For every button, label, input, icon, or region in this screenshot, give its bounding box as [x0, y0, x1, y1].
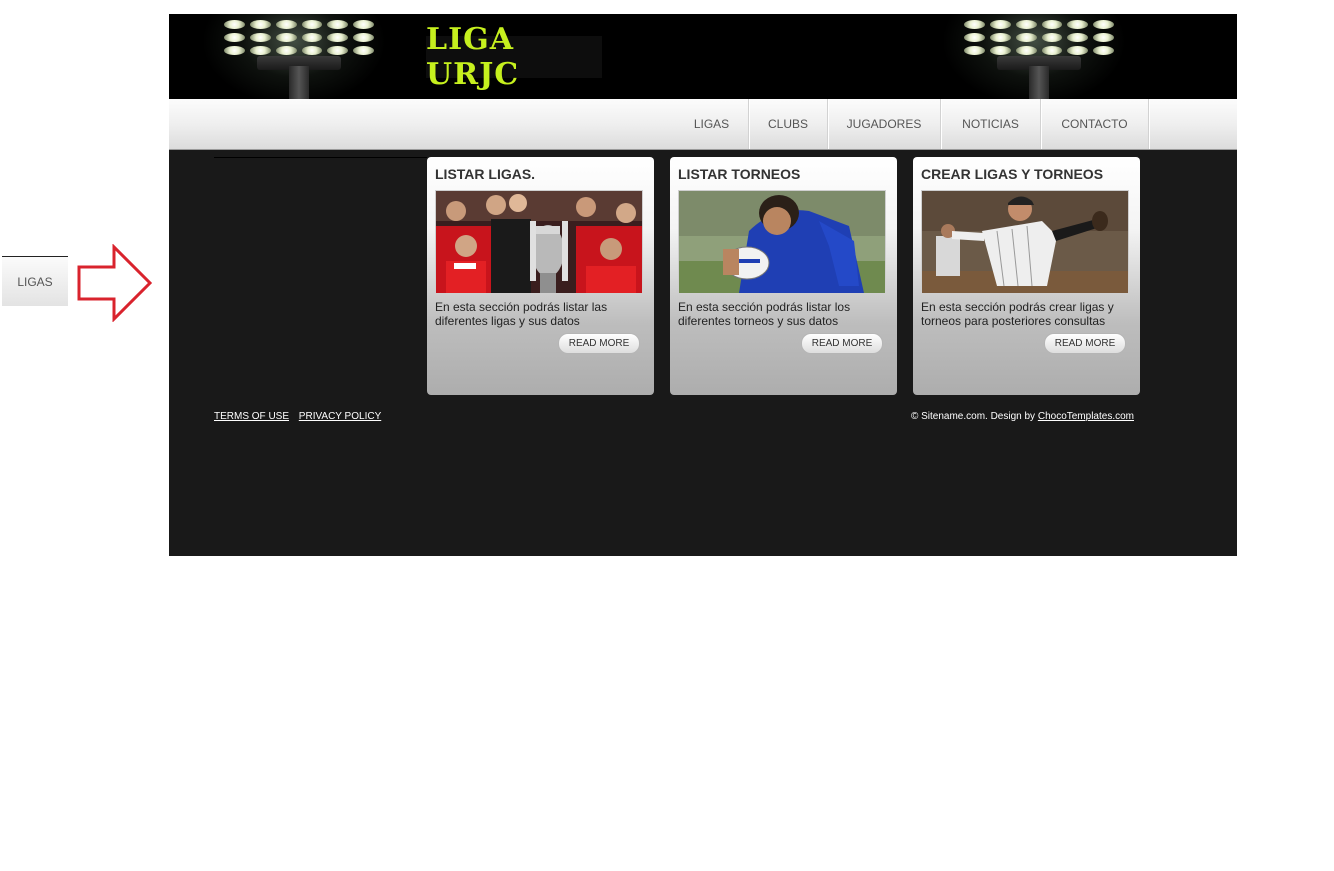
- terms-of-use-link[interactable]: TERMS OF USE: [214, 411, 289, 422]
- nav-label-contacto: CONTACTO: [1061, 117, 1128, 131]
- nav-label-ligas: LIGAS: [693, 117, 730, 131]
- card-description: En esta sección podrás crear ligas y tor…: [921, 300, 1114, 328]
- card-title: LISTAR LIGAS.: [435, 166, 536, 182]
- nav-label-clubs: CLUBS: [767, 117, 808, 131]
- footer-credits: © Sitename.com. Design by ChocoTemplates…: [911, 411, 1134, 422]
- credits-text: © Sitename.com. Design by: [910, 411, 1038, 422]
- stadium-light-right-image: [939, 14, 1129, 99]
- logo-text: LIGA URJC: [426, 22, 520, 92]
- ligas-tab-label: LIGAS: [17, 274, 53, 289]
- rugby-player-image: [678, 190, 886, 294]
- card-title: CREAR LIGAS Y TORNEOS: [921, 166, 1104, 182]
- nav-item-jugadores[interactable]: JUGADORES: [828, 99, 941, 149]
- card-listar-ligas: LISTAR LIGAS. En esta sección podrás lis…: [427, 157, 654, 395]
- privacy-policy-link[interactable]: PRIVACY POLICY: [299, 411, 381, 422]
- card-crear-ligas-torneos: CREAR LIGAS Y TORNEOS En esta sección po…: [913, 157, 1140, 395]
- read-more-button[interactable]: READ MORE: [801, 333, 883, 354]
- read-more-label: READ MORE: [811, 338, 873, 349]
- trophy-celebration-image: [435, 190, 643, 294]
- read-more-button[interactable]: READ MORE: [558, 333, 640, 354]
- read-more-label: READ MORE: [568, 338, 630, 349]
- card-title: LISTAR TORNEOS: [678, 166, 801, 182]
- nav-item-clubs[interactable]: CLUBS: [749, 99, 828, 149]
- main-nav: LIGAS CLUBS JUGADORES NOTICIAS CONTACTO: [169, 99, 1237, 150]
- red-arrow-right-icon: [77, 244, 153, 322]
- chocotemplates-link[interactable]: ChocoTemplates.com: [1038, 411, 1134, 422]
- footer-links: TERMS OF USE PRIVACY POLICY: [214, 411, 388, 422]
- nav-item-contacto[interactable]: CONTACTO: [1041, 99, 1149, 149]
- card-description: En esta sección podrás listar los difere…: [678, 300, 851, 328]
- site-container: LIGA URJC LIGAS CLUBS JUGADORES NOTICIAS…: [169, 14, 1237, 556]
- card-description: En esta sección podrás listar las difere…: [435, 300, 608, 328]
- site-logo[interactable]: LIGA URJC: [426, 22, 602, 92]
- nav-label-jugadores: JUGADORES: [846, 117, 922, 131]
- baseball-pitcher-image: [921, 190, 1129, 294]
- read-more-button[interactable]: READ MORE: [1044, 333, 1126, 354]
- ligas-tab-callout: LIGAS: [2, 256, 68, 306]
- card-listar-torneos: LISTAR TORNEOS En esta sección podrás li…: [670, 157, 897, 395]
- nav-label-noticias: NOTICIAS: [962, 117, 1019, 131]
- nav-item-ligas[interactable]: LIGAS: [675, 99, 749, 149]
- stadium-light-left-image: [199, 14, 389, 99]
- divider: [214, 157, 427, 158]
- site-header: LIGA URJC: [169, 14, 1237, 99]
- nav-item-noticias[interactable]: NOTICIAS: [941, 99, 1041, 149]
- read-more-label: READ MORE: [1054, 338, 1116, 349]
